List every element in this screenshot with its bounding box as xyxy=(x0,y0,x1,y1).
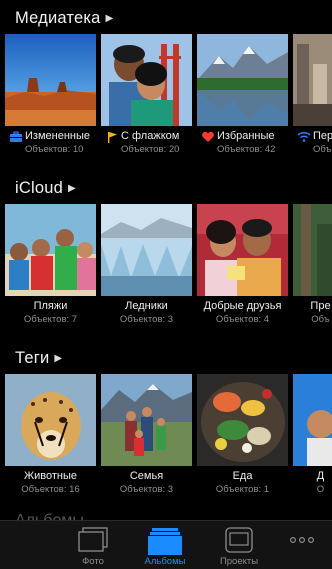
album-count: Объ xyxy=(313,144,332,155)
album-label: Еда xyxy=(232,470,253,482)
album-label: Животные xyxy=(23,470,78,482)
album-count: Объектов: 16 xyxy=(21,484,80,495)
album-label: Семья xyxy=(129,470,164,482)
tab-photos[interactable]: Фото xyxy=(58,521,128,569)
icloud-section-header[interactable]: iCloud ▶ xyxy=(15,179,76,198)
album-label: Добрые друзья xyxy=(203,300,282,312)
album-count: Объектов: 4 xyxy=(215,314,270,325)
tab-label: Фото xyxy=(82,556,104,567)
album-row: Пляжи Объектов: 7 Ледники Объектов: 3 До… xyxy=(0,204,332,328)
album-count: Объектов: 1 xyxy=(215,484,270,495)
album-label: Избранные xyxy=(217,130,275,142)
album-label: Пре xyxy=(310,300,331,312)
album-row: Измененные Объектов: 10 С флажком Объект… xyxy=(0,34,332,158)
album-thumbnail xyxy=(101,374,192,466)
chevron-right-icon: ▶ xyxy=(105,13,114,24)
album-count: Объектов: 3 xyxy=(119,484,174,495)
album-label: Измененные xyxy=(25,130,90,142)
album-label: Д xyxy=(316,470,325,482)
tab-bar: Фото Альбомы Проекты xyxy=(0,520,332,569)
album-label: Пер xyxy=(313,130,332,142)
album-thumbnail xyxy=(197,204,288,296)
album-thumbnail xyxy=(5,34,96,126)
heart-icon xyxy=(202,131,214,142)
tags-section-header[interactable]: Теги ▶ xyxy=(15,349,62,368)
tab-projects[interactable]: Проекты xyxy=(204,521,274,569)
tab-albums[interactable]: Альбомы xyxy=(130,521,200,569)
album-label: Ледники xyxy=(125,300,168,312)
toolbox-icon xyxy=(10,131,22,142)
photos-icon xyxy=(78,527,108,552)
albums-icon xyxy=(148,528,182,555)
album-count: Объ xyxy=(311,314,330,325)
tab-label: Альбомы xyxy=(144,556,186,567)
projects-icon xyxy=(225,527,253,553)
album-thumbnail xyxy=(197,34,288,126)
wifi-icon xyxy=(297,131,311,142)
more-icon xyxy=(289,537,315,544)
album-thumbnail xyxy=(293,374,332,466)
flag-icon xyxy=(108,132,117,143)
album-count: Объектов: 7 xyxy=(23,314,78,325)
album-count: Объектов: 20 xyxy=(121,144,180,155)
section-title: iCloud xyxy=(15,179,63,197)
tab-more[interactable] xyxy=(272,521,332,569)
album-thumbnail xyxy=(5,374,96,466)
tab-label: Проекты xyxy=(219,556,259,567)
section-title: Медиатека xyxy=(15,9,101,27)
chevron-right-icon: ▶ xyxy=(67,183,76,194)
album-count: Объектов: 10 xyxy=(25,144,84,155)
album-count: О xyxy=(316,484,325,495)
album-thumbnail xyxy=(293,204,332,296)
album-thumbnail xyxy=(101,34,192,126)
chevron-right-icon: ▶ xyxy=(54,353,63,364)
section-title: Теги xyxy=(15,349,50,367)
album-thumbnail xyxy=(5,204,96,296)
album-count: Объектов: 42 xyxy=(217,144,276,155)
album-label: Пляжи xyxy=(33,300,68,312)
album-thumbnail xyxy=(293,34,332,126)
album-count: Объектов: 3 xyxy=(119,314,174,325)
library-section-header[interactable]: Медиатека ▶ xyxy=(15,9,113,28)
album-thumbnail xyxy=(197,374,288,466)
album-thumbnail xyxy=(101,204,192,296)
album-row: Животные Объектов: 16 Семья Объектов: 3 xyxy=(0,374,332,498)
album-label: С флажком xyxy=(121,130,180,142)
